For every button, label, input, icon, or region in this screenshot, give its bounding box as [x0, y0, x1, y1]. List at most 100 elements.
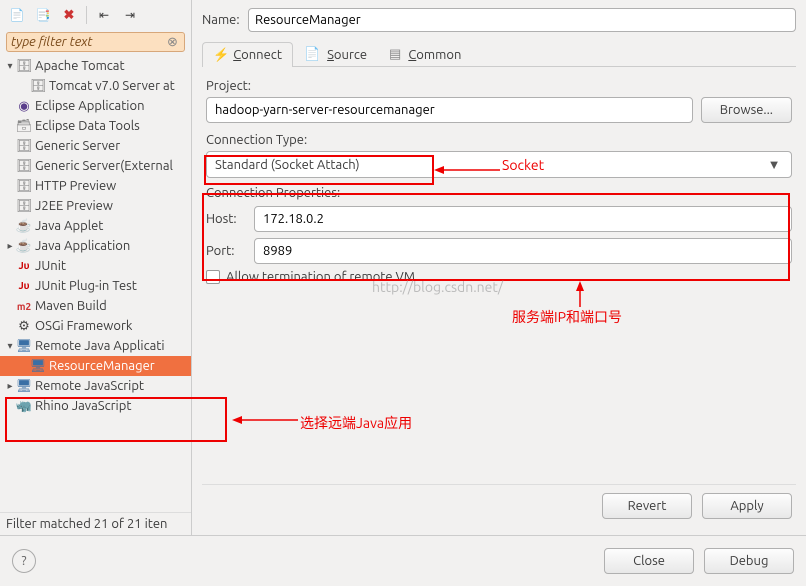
tree-item-label: Eclipse Application	[35, 99, 145, 113]
rhino-icon: 🦏	[16, 399, 32, 414]
filter-wrap: ⊗	[0, 30, 191, 54]
tree-item[interactable]: 🗄HTTP Preview	[0, 176, 191, 196]
revert-apply-row: Revert Apply	[202, 484, 796, 527]
tree-item[interactable]: 🗃Eclipse Data Tools	[0, 116, 191, 136]
tree-item-label: Generic Server(External	[35, 159, 173, 173]
server-icon: 🗄	[16, 179, 32, 194]
tree-item[interactable]: ⚙OSGi Framework	[0, 316, 191, 336]
config-tree[interactable]: ▾🗄Apache Tomcat🗄Tomcat v7.0 Server at◉Ec…	[0, 54, 191, 512]
ju-icon: Jᴜ	[16, 280, 32, 292]
tree-item[interactable]: JᴜJUnit Plug-in Test	[0, 276, 191, 296]
tab-bar: ⚡ CConnectonnect 📄 Source ▤ Common	[202, 42, 796, 67]
project-label: Project:	[206, 79, 792, 93]
annotation-arrow-remote	[232, 414, 298, 426]
revert-button[interactable]: Revert	[602, 493, 692, 519]
chevron-down-icon: ▼	[765, 157, 783, 172]
tree-item-label: Maven Build	[35, 299, 107, 313]
ju-icon: Jᴜ	[16, 260, 32, 272]
tree-item[interactable]: ▾🗄Apache Tomcat	[0, 56, 191, 76]
duplicate-icon	[36, 8, 51, 22]
source-icon: 📄	[304, 47, 320, 62]
tree-arrow-icon: ▾	[4, 340, 16, 352]
apply-button[interactable]: Apply	[702, 493, 792, 519]
allow-termination-label: Allow termination of remote VM	[226, 270, 415, 284]
expand-icon	[125, 8, 135, 22]
annotation-server-ip-port: 服务端IP和端口号	[512, 307, 622, 327]
remote-icon: 🖥	[16, 339, 32, 354]
close-button[interactable]: Close	[604, 548, 694, 574]
annotation-arrow-server	[574, 281, 586, 307]
tree-item-label: J2EE Preview	[35, 199, 113, 213]
host-label: Host:	[206, 212, 248, 226]
tree-item[interactable]: ▸☕Java Application	[0, 236, 191, 256]
tree-item-label: Apache Tomcat	[35, 59, 125, 73]
project-input[interactable]	[206, 97, 693, 123]
connect-icon: ⚡	[213, 48, 229, 63]
server-icon: 🗄	[16, 199, 32, 214]
expand-all-button[interactable]	[119, 4, 141, 26]
new-config-button[interactable]	[6, 4, 28, 26]
eclipse-icon: ◉	[16, 99, 32, 114]
tree-item[interactable]: ▾🖥Remote Java Applicati	[0, 336, 191, 356]
duplicate-config-button[interactable]	[32, 4, 54, 26]
tab-connect[interactable]: ⚡ CConnectonnect	[202, 42, 293, 67]
tree-item-label: Tomcat v7.0 Server at	[49, 79, 175, 93]
tree-item[interactable]: ☕Java Applet	[0, 216, 191, 236]
collapse-all-button[interactable]	[93, 4, 115, 26]
name-label: Name:	[202, 13, 242, 27]
filter-input[interactable]	[6, 32, 185, 52]
tree-item-label: OSGi Framework	[35, 319, 132, 333]
config-toolbar: ✖	[0, 0, 191, 30]
tree-item[interactable]: ▸🖥Remote JavaScript	[0, 376, 191, 396]
java-icon: ☕	[16, 239, 32, 254]
tree-item[interactable]: 🦏Rhino JavaScript	[0, 396, 191, 416]
filter-count-label: Filter matched 21 of 21 iten	[0, 512, 191, 535]
dialog-footer: ? Close Debug	[0, 535, 806, 585]
tree-arrow-icon: ▸	[4, 380, 16, 392]
delete-icon: ✖	[64, 8, 75, 23]
help-button[interactable]: ?	[12, 549, 36, 573]
java-icon: ☕	[16, 219, 32, 234]
server-icon: 🗄	[30, 79, 46, 94]
remote-icon: 🖥	[30, 359, 46, 374]
collapse-icon	[99, 8, 109, 22]
clear-filter-icon[interactable]: ⊗	[167, 35, 178, 50]
tree-item-selected[interactable]: 🖥ResourceManager	[0, 356, 191, 376]
tree-item-label: ResourceManager	[49, 359, 155, 373]
tree-item-label: Remote Java Applicati	[35, 339, 165, 353]
tab-source[interactable]: 📄 Source	[293, 42, 378, 66]
port-label: Port:	[206, 244, 248, 258]
tree-item-label: Eclipse Data Tools	[35, 119, 140, 133]
tree-item-label: Generic Server	[35, 139, 120, 153]
tree-item-label: Rhino JavaScript	[35, 399, 131, 413]
tree-item[interactable]: 🗄Tomcat v7.0 Server at	[0, 76, 191, 96]
tree-item[interactable]: 🗄Generic Server	[0, 136, 191, 156]
tree-item[interactable]: m2Maven Build	[0, 296, 191, 316]
osgi-icon: ⚙	[16, 319, 32, 334]
right-panel: Name: ⚡ CConnectonnect 📄 Source ▤ Common…	[192, 0, 806, 535]
tab-common[interactable]: ▤ Common	[378, 42, 472, 66]
server-icon: 🗄	[16, 139, 32, 154]
common-icon: ▤	[389, 47, 401, 62]
allow-termination-checkbox[interactable]	[206, 270, 220, 284]
tree-item-label: Java Application	[35, 239, 130, 253]
delete-config-button[interactable]: ✖	[58, 4, 80, 26]
new-icon	[10, 8, 25, 22]
host-input[interactable]	[254, 206, 792, 232]
tree-item[interactable]: JᴜJUnit	[0, 256, 191, 276]
tree-item[interactable]: 🗄Generic Server(External	[0, 156, 191, 176]
server-icon: 🗄	[16, 159, 32, 174]
m2-icon: m2	[16, 301, 32, 312]
connection-type-label: Connection Type:	[206, 133, 792, 147]
debug-button[interactable]: Debug	[704, 548, 794, 574]
tree-item[interactable]: 🗄J2EE Preview	[0, 196, 191, 216]
tree-item[interactable]: ◉Eclipse Application	[0, 96, 191, 116]
browse-button[interactable]: Browse...	[701, 97, 792, 123]
db-icon: 🗃	[16, 119, 32, 134]
annotation-arrow-socket	[434, 164, 500, 176]
name-input[interactable]	[248, 8, 796, 32]
tree-item-label: HTTP Preview	[35, 179, 116, 193]
toolbar-separator	[86, 6, 87, 24]
port-input[interactable]	[254, 238, 792, 264]
remote-icon: 🖥	[16, 379, 32, 394]
